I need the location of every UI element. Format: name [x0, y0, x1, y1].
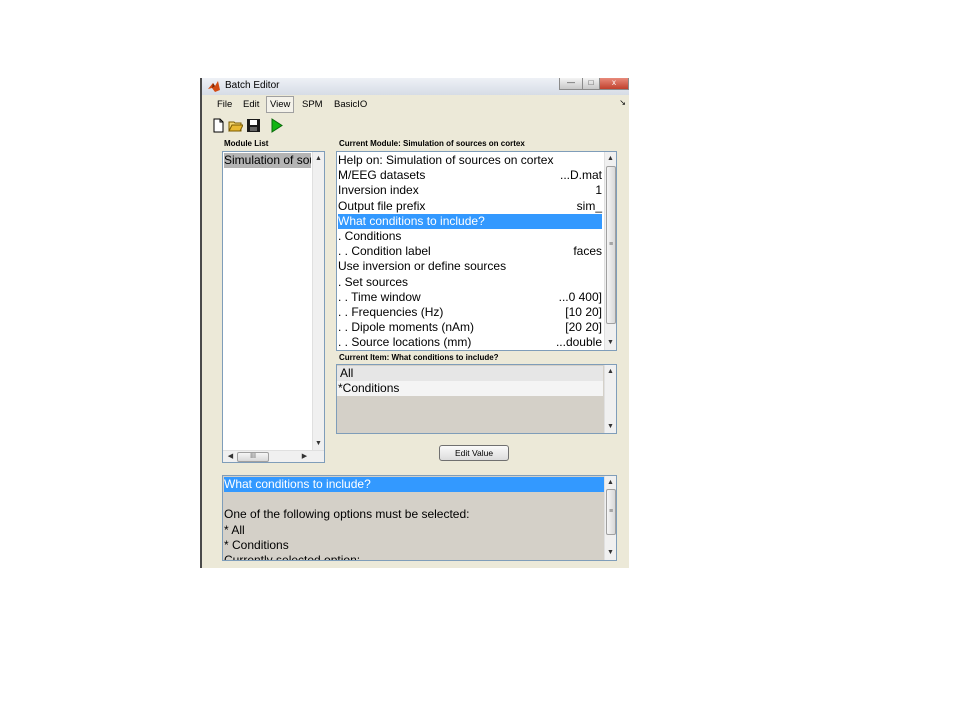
- save-icon[interactable]: [246, 118, 261, 133]
- help-line: One of the following options must be sel…: [224, 507, 470, 522]
- option-conditions[interactable]: *Conditions: [337, 381, 603, 396]
- module-row-label: . . Source locations (mm): [338, 335, 472, 350]
- module-row-label: M/EEG datasets: [338, 168, 426, 183]
- option-all[interactable]: All: [337, 366, 603, 381]
- menu-bar: File Edit View SPM BasicIO ↘: [202, 96, 629, 114]
- module-row-label: Output file prefix: [338, 198, 426, 213]
- module-row[interactable]: M/EEG datasets ...D.mat: [338, 168, 602, 183]
- module-row[interactable]: What conditions to include?: [338, 213, 602, 229]
- help-vscroll[interactable]: ▲ ≡ ▼: [604, 476, 616, 560]
- current-item-vscroll[interactable]: ▲ ▼: [604, 365, 616, 433]
- module-item[interactable]: Simulation of sou: [224, 153, 311, 168]
- module-list-vscroll[interactable]: ▲ ▼: [312, 152, 324, 451]
- menu-overflow-icon[interactable]: ↘: [619, 98, 626, 107]
- module-row-value: ...D.mat: [559, 168, 602, 183]
- scroll-up-arrow-icon[interactable]: ▲: [605, 477, 616, 488]
- module-row[interactable]: Help on: Simulation of sources on cortex: [338, 153, 602, 168]
- matlab-logo-icon: [208, 81, 220, 92]
- scroll-down-arrow-icon[interactable]: ▼: [605, 337, 616, 348]
- module-row-value: sim_: [576, 198, 602, 213]
- scroll-down-arrow-icon[interactable]: ▼: [605, 421, 616, 432]
- module-row-label: . Set sources: [338, 274, 409, 289]
- module-row-label: . Conditions: [338, 229, 402, 243]
- menu-edit[interactable]: Edit: [240, 97, 262, 112]
- hscroll-thumb[interactable]: III: [237, 452, 269, 462]
- module-row-value: faces: [573, 244, 602, 259]
- module-row-label: . . Dipole moments (nAm): [338, 320, 475, 335]
- module-row-label: . . Condition label: [338, 244, 431, 259]
- open-folder-icon[interactable]: [228, 118, 243, 133]
- module-row-value: [10 20]: [565, 305, 602, 319]
- help-line: Currently selected option:: [224, 553, 361, 561]
- vscroll-thumb[interactable]: ≡: [606, 166, 616, 324]
- minimize-button[interactable]: —: [559, 78, 583, 90]
- help-line: * All: [224, 522, 245, 537]
- module-row[interactable]: . . Source locations (mm) ...double: [338, 335, 602, 350]
- help-title: What conditions to include?: [224, 477, 604, 492]
- current-module-list[interactable]: Help on: Simulation of sources on cortex…: [336, 151, 617, 351]
- module-row-label: . . Time window: [338, 289, 421, 304]
- help-line: [224, 492, 604, 507]
- help-text-box[interactable]: What conditions to include? One of the fo…: [222, 475, 617, 561]
- maximize-button[interactable]: □: [582, 78, 600, 90]
- toolbar: [202, 116, 629, 136]
- window-title: Batch Editor: [225, 80, 280, 91]
- current-item-header: Current Item: What conditions to include…: [339, 353, 499, 362]
- scroll-up-arrow-icon[interactable]: ▲: [313, 153, 324, 164]
- module-list-hscroll[interactable]: ◀ III ▶: [223, 450, 324, 462]
- module-row-label: . . Frequencies (Hz): [338, 305, 444, 319]
- module-row[interactable]: . Conditions: [338, 229, 602, 244]
- module-row[interactable]: . . Dipole moments (nAm) [20 20]: [338, 320, 602, 335]
- module-row-label: Inversion index: [338, 183, 419, 198]
- module-list[interactable]: Simulation of sou ▲ ▼ ◀ III ▶: [222, 151, 325, 463]
- menu-spm[interactable]: SPM: [299, 97, 326, 112]
- module-row[interactable]: Use inversion or define sources: [338, 259, 602, 274]
- menu-view[interactable]: View: [266, 96, 295, 113]
- module-row-label: Help on: Simulation of sources on cortex: [338, 153, 554, 167]
- title-bar[interactable]: Batch Editor — □ x: [202, 78, 629, 95]
- batch-editor-window: Batch Editor — □ x File Edit View SPM Ba…: [200, 78, 629, 568]
- edit-value-button[interactable]: Edit Value: [439, 445, 509, 461]
- current-item-list[interactable]: All *Conditions ▲ ▼: [336, 364, 617, 434]
- menu-basicio[interactable]: BasicIO: [331, 97, 370, 112]
- module-list-header: Module List: [224, 139, 269, 148]
- run-icon[interactable]: [269, 118, 284, 133]
- module-row-label: What conditions to include?: [338, 213, 485, 228]
- new-file-icon[interactable]: [211, 118, 226, 133]
- module-row[interactable]: . . Condition label faces: [338, 244, 602, 259]
- current-module-vscroll[interactable]: ▲ ≡ ▼: [604, 152, 616, 350]
- help-line: * Conditions: [224, 537, 289, 552]
- module-row-value: ...double: [555, 335, 602, 350]
- scroll-up-arrow-icon[interactable]: ▲: [605, 153, 616, 164]
- scroll-left-arrow-icon[interactable]: ◀: [225, 451, 236, 462]
- scroll-up-arrow-icon[interactable]: ▲: [605, 366, 616, 377]
- module-row-label: Use inversion or define sources: [338, 259, 507, 274]
- module-row[interactable]: . Set sources: [338, 275, 602, 290]
- current-module-header: Current Module: Simulation of sources on…: [339, 139, 525, 148]
- module-row[interactable]: . . Frequencies (Hz) [10 20]: [338, 305, 602, 320]
- module-row[interactable]: . . Time window ...0 400]: [338, 290, 602, 305]
- module-row[interactable]: Output file prefix sim_: [338, 199, 602, 214]
- scroll-down-arrow-icon[interactable]: ▼: [605, 547, 616, 558]
- module-row-value: 1: [595, 183, 602, 198]
- menu-file[interactable]: File: [214, 97, 235, 112]
- module-row[interactable]: Inversion index 1: [338, 183, 602, 198]
- help-vscroll-thumb[interactable]: ≡: [606, 489, 616, 535]
- module-row-value: ...0 400]: [558, 289, 602, 304]
- module-row-value: [20 20]: [565, 320, 602, 335]
- scroll-down-arrow-icon[interactable]: ▼: [313, 438, 324, 449]
- scroll-right-arrow-icon[interactable]: ▶: [299, 451, 310, 462]
- close-button[interactable]: x: [599, 78, 629, 90]
